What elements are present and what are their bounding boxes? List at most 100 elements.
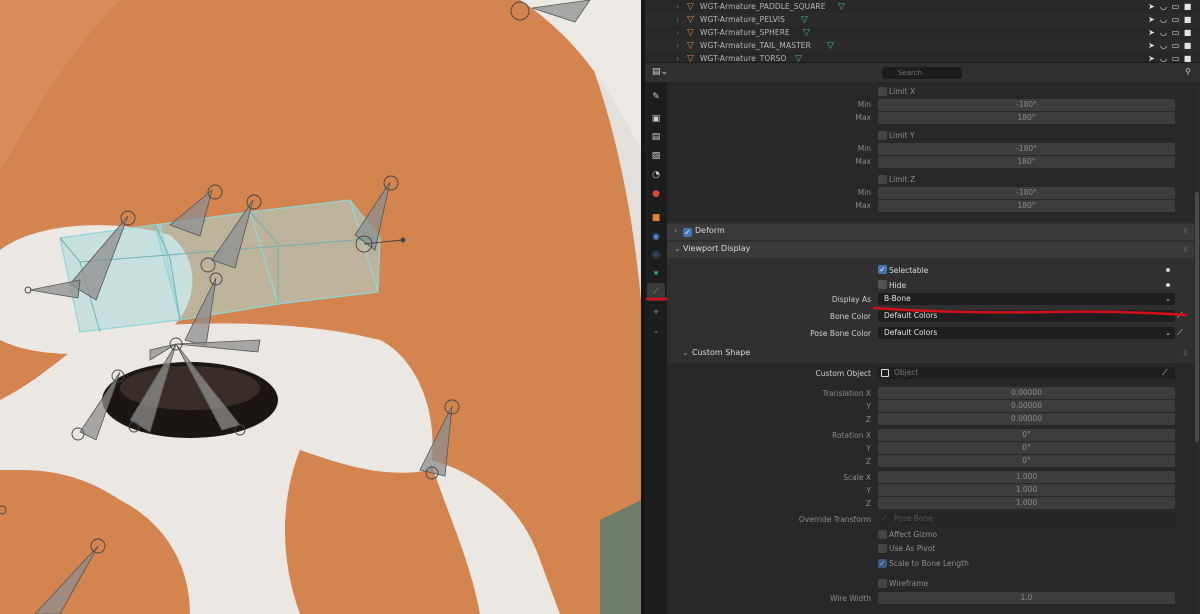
- limit-x-min-field[interactable]: -180°: [878, 99, 1175, 111]
- limit-y-max-field[interactable]: 180°: [878, 156, 1175, 168]
- display-as-label: Display As: [831, 295, 871, 304]
- selectable-checkbox[interactable]: ✓: [878, 265, 887, 274]
- outliner-row[interactable]: › ▽ WGT-Armature_PELVIS ▽ ➤ ◡ ▭ ■: [645, 13, 1200, 26]
- eye-icon[interactable]: ◡: [1159, 2, 1168, 11]
- drag-grip-icon[interactable]: ⠿: [1183, 246, 1188, 254]
- expand-chevron-icon[interactable]: ›: [676, 2, 679, 11]
- rotation-y-label: Y: [866, 444, 871, 453]
- eye-icon[interactable]: ◡: [1159, 54, 1168, 62]
- search-input[interactable]: Search: [882, 67, 962, 79]
- drag-grip-icon[interactable]: ⠿: [1183, 228, 1188, 236]
- select-arrow-icon[interactable]: ➤: [1147, 41, 1156, 50]
- monitor-icon[interactable]: ▭: [1171, 15, 1180, 24]
- tabs-more-chevron-icon[interactable]: ⌄: [647, 322, 665, 340]
- mesh-object-icon: ▽: [687, 1, 694, 12]
- expand-chevron-icon[interactable]: ›: [676, 54, 679, 62]
- drag-grip-icon[interactable]: ⠿: [1183, 350, 1188, 358]
- eyedropper-icon[interactable]: ⟋: [1177, 328, 1183, 338]
- translation-x-field[interactable]: 0.00000: [878, 387, 1175, 399]
- limit-x-max-field[interactable]: 180°: [878, 112, 1175, 124]
- wire-width-field[interactable]: 1.0: [878, 592, 1175, 604]
- animate-property-dot[interactable]: [1166, 268, 1170, 272]
- limit-z-min-field[interactable]: -180°: [878, 187, 1175, 199]
- editor-type-icon[interactable]: ▤⌄: [652, 67, 674, 79]
- eye-icon[interactable]: ◡: [1159, 15, 1168, 24]
- use-as-pivot-checkbox[interactable]: [878, 544, 887, 553]
- custom-shape-panel-header[interactable]: ⌄ Custom Shape ⠿: [667, 346, 1194, 362]
- outliner-row[interactable]: › ▽ WGT-Armature_PADDLE_SQUARE ▽ ➤ ◡ ▭ ■: [645, 0, 1200, 13]
- deform-panel-header[interactable]: › ✓ Deform ⠿: [667, 224, 1194, 240]
- animate-property-dot[interactable]: [1166, 283, 1170, 287]
- limit-z-max-field[interactable]: 180°: [878, 200, 1175, 212]
- wireframe-label: Wireframe: [889, 579, 929, 588]
- eye-icon[interactable]: ◡: [1159, 41, 1168, 50]
- translation-z-field[interactable]: 0.00000: [878, 413, 1175, 425]
- physics-tab-icon[interactable]: ◎: [647, 246, 665, 264]
- properties-scrollbar[interactable]: [1194, 82, 1200, 614]
- outliner-row[interactable]: › ▽ WGT-Armature_SPHERE ▽ ➤ ◡ ▭ ■: [645, 26, 1200, 39]
- rotation-y-field[interactable]: 0°: [878, 442, 1175, 454]
- limit-x-checkbox[interactable]: [878, 87, 887, 96]
- scale-z-label: Z: [865, 499, 871, 508]
- scene-tab-icon[interactable]: ◔: [647, 166, 665, 184]
- translation-y-field[interactable]: 0.00000: [878, 400, 1175, 412]
- armature-data-tab-icon[interactable]: ✶: [647, 265, 665, 283]
- select-arrow-icon[interactable]: ➤: [1147, 28, 1156, 37]
- expand-chevron-icon[interactable]: ⌄: [682, 348, 689, 357]
- viewport-display-panel-header[interactable]: ⌄ Viewport Display ⠿: [667, 242, 1194, 258]
- monitor-icon[interactable]: ▭: [1171, 28, 1180, 37]
- expand-chevron-icon[interactable]: ›: [676, 28, 679, 37]
- eyedropper-icon[interactable]: ⟋: [1162, 368, 1168, 378]
- outliner-row[interactable]: › ▽ WGT-Armature_TAIL_MASTER ▽ ➤ ◡ ▭ ■: [645, 39, 1200, 52]
- mesh-object-icon: ▽: [687, 27, 694, 38]
- camera-icon[interactable]: ■: [1183, 28, 1192, 37]
- output-tab-icon[interactable]: ▤: [647, 128, 665, 146]
- collapse-chevron-icon[interactable]: ›: [674, 226, 677, 235]
- camera-icon[interactable]: ■: [1183, 41, 1192, 50]
- render-tab-icon[interactable]: ▣: [647, 110, 665, 128]
- bone-constraint-tab-icon[interactable]: ⌖: [647, 304, 665, 322]
- pose-bone-color-dropdown[interactable]: Default Colors ⌄: [878, 327, 1175, 339]
- monitor-icon[interactable]: ▭: [1171, 41, 1180, 50]
- scale-to-bone-length-checkbox[interactable]: ✓: [878, 559, 887, 568]
- scrollbar-thumb[interactable]: [1195, 192, 1199, 442]
- max-label: Max: [855, 201, 871, 210]
- select-arrow-icon[interactable]: ➤: [1147, 15, 1156, 24]
- select-arrow-icon[interactable]: ➤: [1147, 2, 1156, 11]
- expand-chevron-icon[interactable]: ⌄: [674, 244, 681, 253]
- tool-tab-icon[interactable]: ✎: [647, 88, 665, 106]
- view-layer-tab-icon[interactable]: ▨: [647, 147, 665, 165]
- monitor-icon[interactable]: ▭: [1171, 54, 1180, 62]
- monitor-icon[interactable]: ▭: [1171, 2, 1180, 11]
- rotation-z-field[interactable]: 0°: [878, 455, 1175, 467]
- select-arrow-icon[interactable]: ➤: [1147, 54, 1156, 62]
- camera-icon[interactable]: ■: [1183, 2, 1192, 11]
- custom-object-field[interactable]: Object: [878, 367, 1175, 379]
- scale-y-field[interactable]: 1.000: [878, 484, 1175, 496]
- override-transform-field[interactable]: Pose Bone: [878, 513, 1175, 525]
- limit-z-checkbox[interactable]: [878, 175, 887, 184]
- wireframe-checkbox[interactable]: [878, 579, 887, 588]
- 3d-viewport[interactable]: [0, 0, 641, 614]
- scale-z-field[interactable]: 1.000: [878, 497, 1175, 509]
- camera-icon[interactable]: ■: [1183, 54, 1192, 62]
- limit-y-min-field[interactable]: -180°: [878, 143, 1175, 155]
- eye-icon[interactable]: ◡: [1159, 28, 1168, 37]
- custom-shape-title: Custom Shape: [692, 348, 751, 357]
- rotation-x-field[interactable]: 0°: [878, 429, 1175, 441]
- limit-y-checkbox[interactable]: [878, 131, 887, 140]
- object-tab-icon[interactable]: ■: [647, 209, 665, 227]
- pin-icon[interactable]: ⚲: [1185, 67, 1191, 76]
- scale-x-field[interactable]: 1.000: [878, 471, 1175, 483]
- object-icon: [881, 369, 889, 377]
- hide-checkbox[interactable]: [878, 280, 887, 289]
- outliner-row[interactable]: › ▽ WGT-Armature_TORSO ▽ ➤ ◡ ▭ ■: [645, 52, 1200, 63]
- affect-gizmo-checkbox[interactable]: [878, 530, 887, 539]
- expand-chevron-icon[interactable]: ›: [676, 41, 679, 50]
- world-tab-icon[interactable]: ●: [647, 185, 665, 203]
- deform-checkbox[interactable]: ✓: [683, 228, 692, 237]
- selectable-label: Selectable: [889, 266, 929, 275]
- camera-icon[interactable]: ■: [1183, 15, 1192, 24]
- expand-chevron-icon[interactable]: ›: [676, 15, 679, 24]
- modifier-tab-icon[interactable]: ◉: [647, 228, 665, 246]
